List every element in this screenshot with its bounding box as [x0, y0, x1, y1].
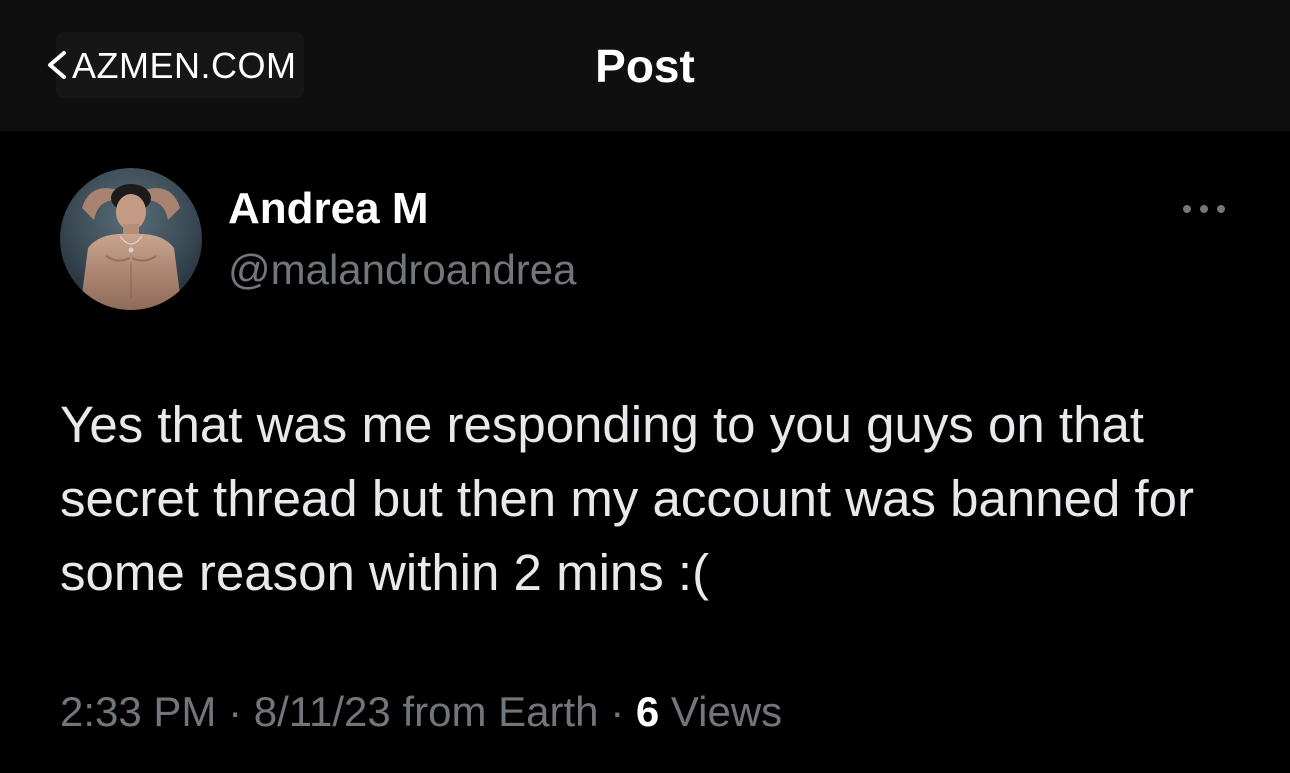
- meta-separator: ·: [228, 688, 243, 735]
- more-horizontal-icon[interactable]: [1178, 196, 1230, 222]
- post-source: from Earth: [402, 688, 599, 735]
- views-count[interactable]: 6: [636, 688, 659, 735]
- views-label[interactable]: Views: [671, 688, 782, 735]
- author-handle[interactable]: @malandroandrea: [228, 244, 577, 296]
- meta-separator: ·: [610, 688, 625, 735]
- post-screen: AZMEN.COM Post Andrea M @malandroandrea …: [0, 0, 1290, 773]
- page-title: Post: [595, 40, 695, 92]
- post-text: Yes that was me responding to you guys o…: [60, 396, 1195, 601]
- avatar[interactable]: [60, 168, 202, 310]
- post-meta: 2:33 PM · 8/11/23 from Earth · 6 Views: [60, 684, 782, 740]
- post-date[interactable]: 8/11/23: [254, 688, 391, 735]
- avatar-image: [60, 168, 202, 310]
- post-time[interactable]: 2:33 PM: [60, 688, 216, 735]
- author-display-name[interactable]: Andrea M: [228, 182, 428, 236]
- top-bar: AZMEN.COM Post: [0, 0, 1290, 131]
